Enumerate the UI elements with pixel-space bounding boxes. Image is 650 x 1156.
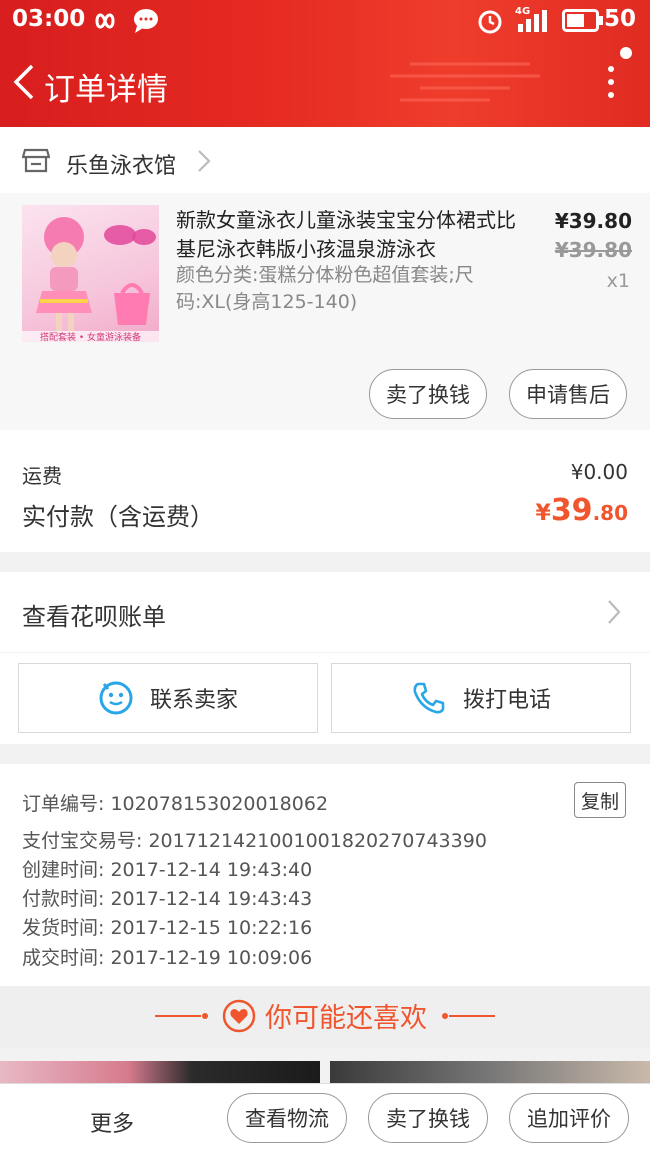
call-phone-label: 拨打电话 <box>462 688 551 713</box>
item-original-price: ¥39.80 <box>554 238 632 262</box>
battery-icon <box>562 9 603 32</box>
contact-seller-label: 联系卖家 <box>149 688 238 713</box>
heart-icon <box>222 999 256 1032</box>
item-quantity: x1 <box>606 270 630 292</box>
paid-amount: ¥39.80 <box>536 493 629 528</box>
product-illustration <box>22 217 159 342</box>
alipay-trade-number: 支付宝交易号: 2017121421001001820270743390 <box>22 830 487 852</box>
closed-time: 成交时间: 2017-12-19 10:09:06 <box>22 947 313 969</box>
chevron-right-icon <box>198 150 211 172</box>
sell-again-bottom-button[interactable]: 卖了换钱 <box>368 1093 488 1143</box>
page-title: 订单详情 <box>44 72 168 108</box>
after-sale-button[interactable]: 申请售后 <box>509 369 627 419</box>
order-number: 订单编号: 102078153020018062 <box>22 793 329 815</box>
item-spec: 颜色分类:蛋糕分体粉色超值套装;尺码:XL(身高125-140) <box>176 264 474 313</box>
paid-integer: 39 <box>550 493 593 528</box>
back-icon[interactable] <box>10 62 40 102</box>
notification-dot <box>620 47 632 59</box>
huabei-label[interactable]: 查看花呗账单 <box>22 597 166 632</box>
paid-decimal: .80 <box>592 501 628 525</box>
recommend-title: 你可能还喜欢 <box>265 1003 427 1034</box>
paid-currency: ¥ <box>535 501 551 526</box>
created-time: 创建时间: 2017-12-14 19:43:40 <box>22 859 313 881</box>
shop-name[interactable]: 乐鱼泳衣馆 <box>66 148 176 180</box>
product-image-caption: 搭配套装 • 女童游泳装备 <box>39 333 142 342</box>
shipping-value: ¥0.00 <box>570 460 628 484</box>
recommend-heading: 你可能还喜欢 <box>0 996 650 1035</box>
paid-time: 付款时间: 2017-12-14 19:43:43 <box>22 888 313 910</box>
contact-seller-button[interactable]: 联系卖家 <box>18 663 318 733</box>
shop-icon <box>22 148 50 173</box>
call-phone-button[interactable]: 拨打电话 <box>331 663 631 733</box>
right-ornament-icon <box>442 1012 495 1019</box>
left-ornament-icon <box>155 1012 208 1019</box>
view-logistics-button[interactable]: 查看物流 <box>227 1093 347 1143</box>
infinity-icon <box>95 13 115 29</box>
alarm-icon <box>478 10 502 34</box>
more-button[interactable]: 更多 <box>90 1106 134 1138</box>
item-title[interactable]: 新款女童泳衣儿童泳装宝宝分体裙式比基尼泳衣韩版小孩温泉游泳衣 <box>176 206 516 264</box>
copy-button[interactable]: 复制 <box>574 782 626 818</box>
battery-level: 50 <box>603 6 636 32</box>
status-time: 03:00 <box>12 6 86 32</box>
status-bar: 03:00 4G 50 <box>0 0 650 42</box>
signal-icon <box>518 10 547 32</box>
sell-again-button[interactable]: 卖了换钱 <box>369 369 487 419</box>
append-review-button[interactable]: 追加评价 <box>509 1093 629 1143</box>
phone-icon <box>413 682 445 714</box>
paid-label: 实付款（含运费） <box>22 503 214 531</box>
shipping-label: 运费 <box>22 464 62 488</box>
item-price: ¥39.80 <box>554 209 632 233</box>
message-icon <box>134 9 158 33</box>
chevron-right-icon <box>608 600 621 624</box>
product-image[interactable]: 搭配套装 • 女童游泳装备 <box>22 205 159 342</box>
chat-bubble-icon <box>99 681 133 715</box>
app-header: 03:00 4G 50 订单详情 <box>0 0 650 127</box>
header-decoration <box>390 62 540 102</box>
more-menu-icon[interactable] <box>606 66 616 102</box>
fee-summary <box>0 430 650 552</box>
shipped-time: 发货时间: 2017-12-15 10:22:16 <box>22 917 313 939</box>
